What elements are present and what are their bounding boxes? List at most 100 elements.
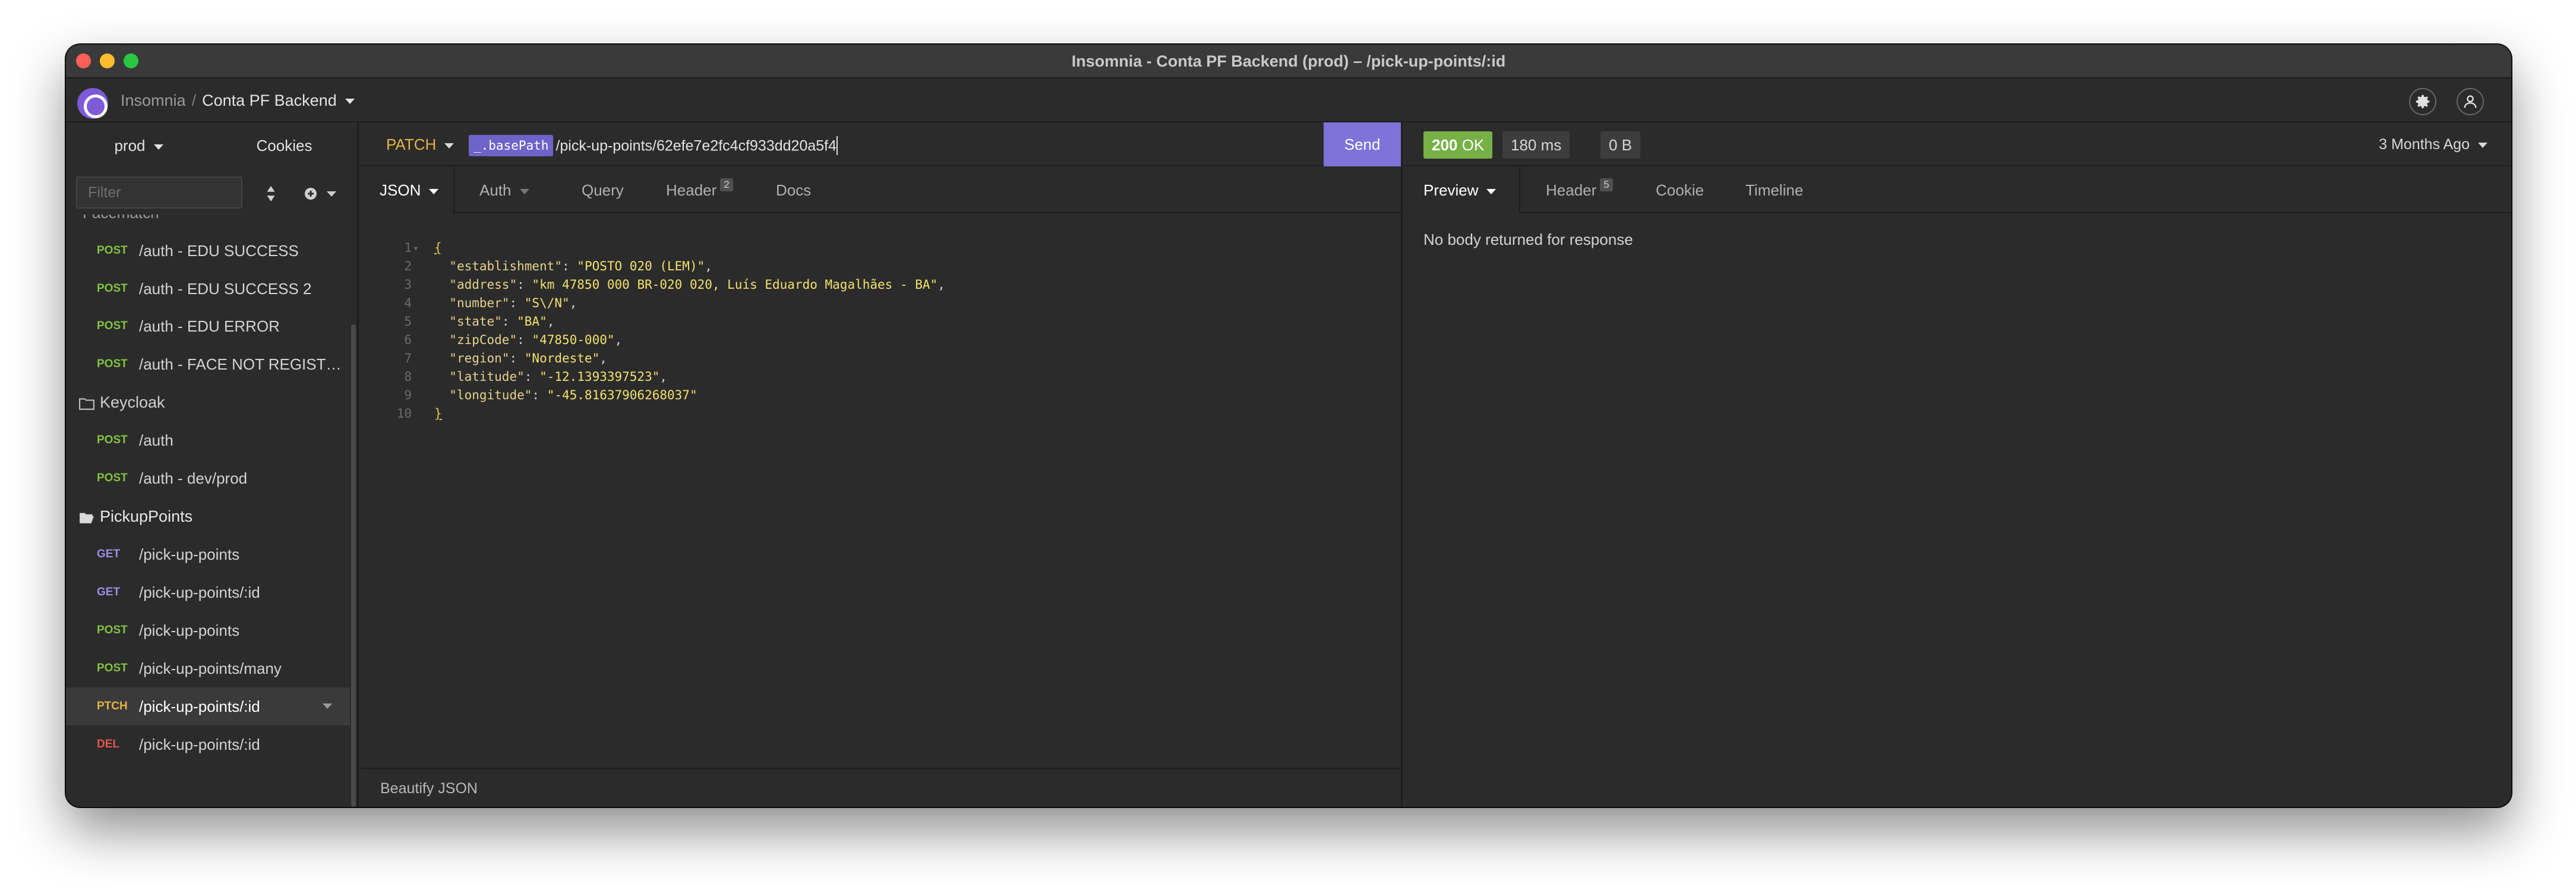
sidebar-request[interactable]: DEL /pick-up-points/:id [66,725,350,764]
json-value: Nordeste [532,351,592,365]
user-icon [2464,95,2477,108]
sidebar-request[interactable]: POST /pick-up-points/many [66,649,350,687]
tab-label: Header [666,181,717,199]
method-badge: PTCH [97,700,128,712]
window-title: Insomnia - Conta PF Backend (prod) – /pi… [1071,52,1506,70]
tab-label: Header [1546,181,1597,199]
workspace-selector[interactable]: Conta PF Backend [202,92,355,109]
sidebar-request[interactable]: POST /auth - EDU SUCCESS 2 [66,270,350,308]
insomnia-logo-icon[interactable] [77,88,108,119]
chevron-down-icon [429,188,439,194]
tab-auth[interactable]: Auth [479,168,529,213]
code-line: 10} [361,386,442,421]
sort-button[interactable] [256,179,286,206]
request-name: /auth - FACE NOT REGISTE... [139,355,344,373]
chevron-down-icon [345,99,355,105]
sidebar-request[interactable]: POST /pick-up-points [66,611,350,649]
cookies-button[interactable]: Cookies [211,122,357,169]
filter-input[interactable] [76,176,242,209]
send-button[interactable]: Send [1324,122,1401,166]
folder-keycloak[interactable]: Keycloak [66,383,350,421]
folder-name: Keycloak [100,393,165,411]
response-age: 3 Months Ago [2379,136,2470,153]
tab-query[interactable]: Query [582,168,624,213]
json-value: -12.1393397523 [547,370,652,384]
sidebar-scrollbar[interactable] [351,324,356,807]
code-line: 6 "zipCode": "47850-000", [361,313,622,347]
code-line: 1 ▾{ [361,220,441,255]
response-tabs: Preview Header 5 Cookie Timeline [1404,168,2511,213]
tab-response-header[interactable]: Header 5 [1546,168,1613,213]
request-name: /pick-up-points [139,621,240,639]
folder-name: PickupPoints [100,507,193,525]
chevron-down-icon [2478,142,2487,148]
response-history-selector[interactable]: 3 Months Ago [2379,122,2487,166]
sidebar-request[interactable]: GET /pick-up-points/:id [66,573,350,611]
code-line: 5 "state": "BA", [361,294,554,329]
method-badge: POST [97,244,128,257]
url-input[interactable]: _.basePath/pick-up-points/62efe7e2fc4cf9… [469,134,838,157]
code-text: "establishment": "POSTO 020 (LEM)", [449,259,712,273]
url-path: /pick-up-points/62efe7e2fc4cf933dd20a5f4 [555,137,837,154]
tab-header[interactable]: Header 2 [666,168,733,213]
request-name: /pick-up-points/:id [139,583,260,601]
response-size-badge: 0 B [1600,131,1641,159]
code-text: "latitude": "-12.1393397523", [449,370,668,384]
request-name: /auth - EDU SUCCESS 2 [139,280,312,298]
response-pane: 200 OK 180 ms 0 B 3 Months Ago Preview H… [1404,122,2511,807]
request-name: /auth - EDU ERROR [139,317,280,335]
sidebar-request-active[interactable]: PTCH /pick-up-points/:id [66,687,350,725]
line-number: 10 [396,406,412,421]
json-value: km 47850 000 BR-020 020, Luís Eduardo Ma… [539,277,930,292]
sidebar-request[interactable]: POST /auth - dev/prod [66,459,350,497]
sidebar-request[interactable]: GET /pick-up-points [66,535,350,573]
settings-button[interactable] [2409,88,2436,115]
request-name: /auth - EDU SUCCESS [139,242,299,260]
method-selector[interactable]: PATCH [386,122,454,166]
breadcrumb-separator: / [191,92,197,109]
code-text: "region": "Nordeste", [449,351,607,365]
json-key: longitude [456,388,525,402]
response-body-message: No body returned for response [1423,231,1633,248]
tab-body[interactable]: JSON [380,168,439,213]
editor-footer: Beautify JSON [361,768,1401,807]
environment-selector[interactable]: prod [66,122,211,169]
json-key: state [456,314,495,329]
add-request-button[interactable] [304,179,345,206]
json-value: POSTO 020 (LEM) [584,259,697,273]
code-text: { [434,241,442,255]
sidebar-request[interactable]: POST /auth - FACE NOT REGISTE... [66,345,350,383]
sidebar-request[interactable]: POST /auth - EDU ERROR [66,307,350,345]
request-list: Facematch POST /auth - EDU SUCCESS POST … [66,214,350,806]
method-badge: POST [97,320,128,332]
code-line: 8 "latitude": "-12.1393397523", [361,349,667,384]
url-variable-tag[interactable]: _.basePath [469,135,554,157]
chevron-down-icon [327,191,337,197]
request-name: /pick-up-points/:id [139,736,260,753]
tab-docs[interactable]: Docs [776,168,811,213]
request-actions-button[interactable] [314,687,332,725]
tab-cookie[interactable]: Cookie [1656,168,1704,213]
status-code: 200 [1432,136,1458,154]
sidebar-request[interactable]: POST /auth - EDU SUCCESS [66,232,350,270]
beautify-json-button[interactable]: Beautify JSON [380,780,478,797]
json-value: BA [524,314,540,329]
tab-preview[interactable]: Preview [1423,168,1497,213]
chevron-down-icon [519,188,529,194]
tab-timeline[interactable]: Timeline [1745,168,1803,213]
breadcrumb-app[interactable]: Insomnia [121,92,186,109]
folder-facematch[interactable]: Facematch [83,214,159,222]
method-name: PATCH [386,135,437,153]
code-text: "longitude": "-45.81637906268037" [449,388,697,402]
sidebar-request[interactable]: POST /auth [66,421,350,459]
json-value: -45.81637906268037 [554,388,690,402]
json-key: establishment [456,259,555,273]
workspace-name: Conta PF Backend [202,92,337,109]
code-line: 7 "region": "Nordeste", [361,331,607,365]
status-text: OK [1461,136,1485,154]
request-name: /pick-up-points/many [139,660,282,677]
folder-pickuppoints[interactable]: PickupPoints [66,497,350,535]
method-badge: POST [97,472,128,484]
json-body-editor[interactable]: 1 ▾{ 2 "establishment": "POSTO 020 (LEM)"… [361,214,1401,752]
account-button[interactable] [2457,88,2484,115]
